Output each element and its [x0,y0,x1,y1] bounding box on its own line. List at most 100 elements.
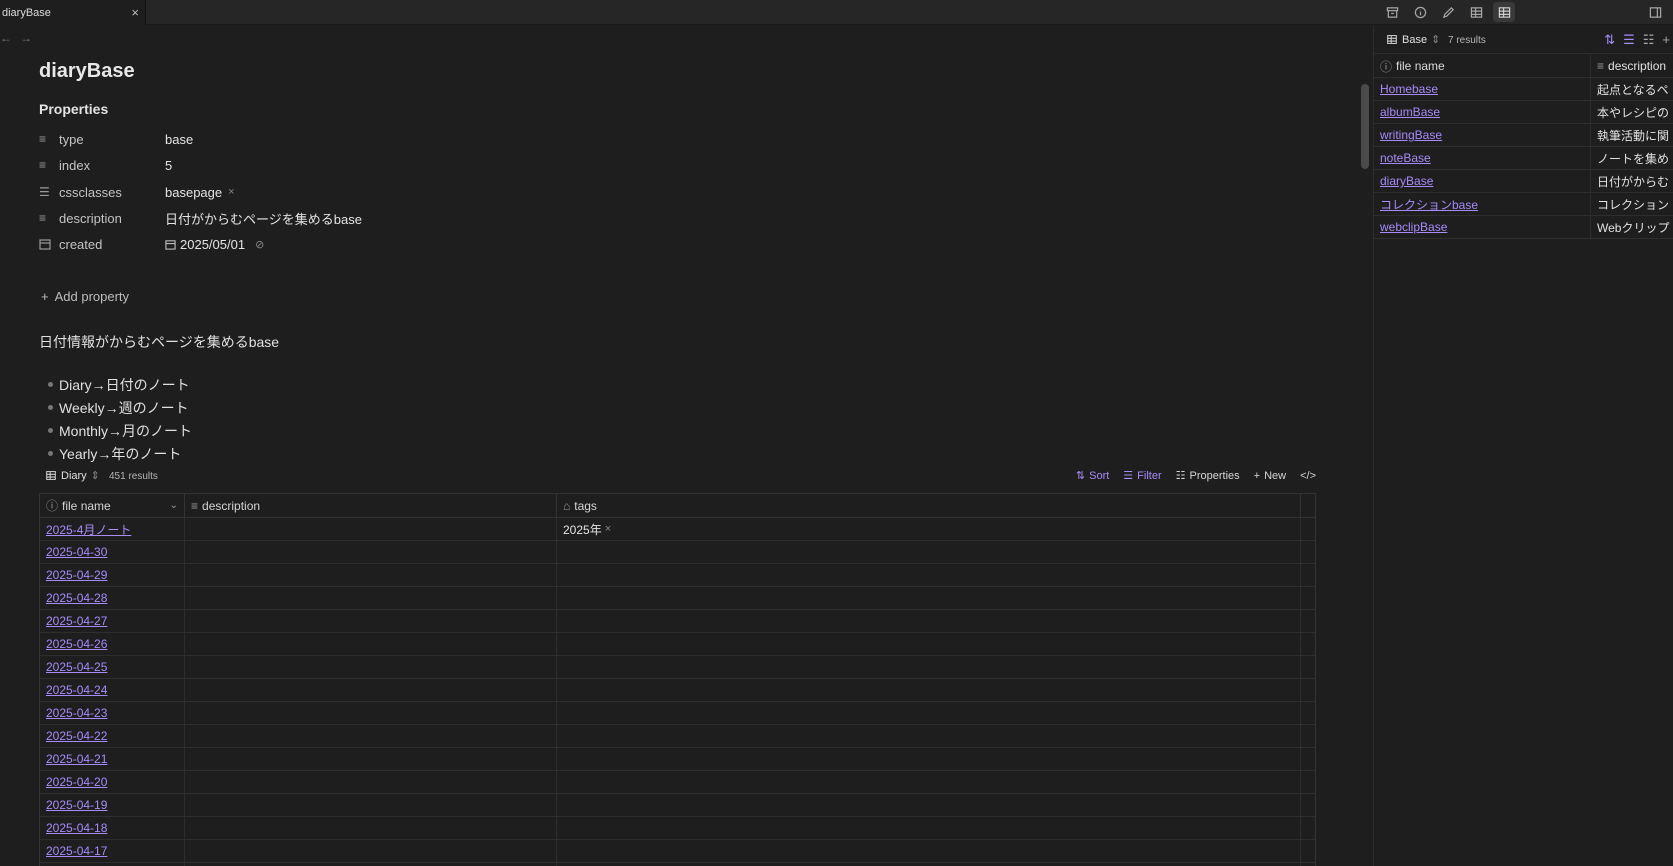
file-link[interactable]: 2025-04-26 [46,637,107,651]
list-icon[interactable]: ☷ [1643,32,1655,48]
table-row[interactable]: 2025-04-18 [40,817,1315,840]
table-row[interactable]: 2025-04-20 [40,771,1315,794]
tags-cell[interactable]: 2025年 × [557,518,1301,540]
file-link[interactable]: 2025-04-30 [46,545,107,559]
side-table-row[interactable]: diaryBase 日付がからむ [1374,170,1673,193]
file-link[interactable]: Homebase [1380,82,1438,96]
file-link[interactable]: webclipBase [1380,220,1447,234]
file-link[interactable]: 2025-04-29 [46,568,107,582]
property-value[interactable]: base [165,132,193,147]
chevron-down-icon[interactable]: ⌄ [170,500,178,511]
property-created[interactable]: created 2025/05/01 ⊘ [39,234,264,254]
description-cell[interactable] [185,656,557,678]
code-icon[interactable]: </> [1300,470,1316,482]
sort-button[interactable]: ⇅ Sort [1076,469,1109,483]
table-row[interactable]: 2025-04-17 [40,840,1315,863]
tags-cell[interactable] [557,633,1301,655]
column-header-file-name[interactable]: ⓘ file name [1374,55,1591,77]
tags-cell[interactable] [557,794,1301,816]
table-row[interactable]: 2025-04-19 [40,794,1315,817]
file-link[interactable]: 2025-04-24 [46,683,107,697]
side-table-row[interactable]: noteBase ノートを集め [1374,147,1673,170]
property-value[interactable]: 2025/05/01 ⊘ [165,237,264,252]
tags-cell[interactable] [557,748,1301,770]
tags-cell[interactable] [557,679,1301,701]
file-link[interactable]: 2025-04-22 [46,729,107,743]
filter-icon[interactable]: ☰ [1623,32,1635,48]
side-table-row[interactable]: webclipBase Webクリップ [1374,216,1673,239]
description-cell[interactable] [185,702,557,724]
column-header-description[interactable]: ≡ description [1591,55,1673,77]
file-link[interactable]: 2025-4月ノート [46,521,131,538]
description-cell[interactable] [185,587,557,609]
file-link[interactable]: diaryBase [1380,174,1433,188]
tags-cell[interactable] [557,541,1301,563]
file-link[interactable]: 2025-04-25 [46,660,107,674]
tags-cell[interactable] [557,587,1301,609]
tags-cell[interactable] [557,610,1301,632]
file-link[interactable]: 2025-04-28 [46,591,107,605]
file-link[interactable]: 2025-04-20 [46,775,107,789]
scrollbar[interactable] [1361,56,1369,862]
description-cell[interactable] [185,725,557,747]
info-icon[interactable] [1409,2,1431,22]
side-table-row[interactable]: albumBase 本やレシピの [1374,101,1673,124]
description-cell[interactable] [185,748,557,770]
tags-cell[interactable] [557,817,1301,839]
description-cell[interactable] [185,564,557,586]
property-value[interactable]: basepage × [165,185,235,200]
file-link[interactable]: 2025-04-23 [46,706,107,720]
description-cell[interactable]: 執筆活動に関 [1591,124,1673,146]
tags-cell[interactable] [557,725,1301,747]
tags-cell[interactable] [557,702,1301,724]
column-header-description[interactable]: ≡ description [185,494,557,517]
new-button[interactable]: + New [1254,470,1286,482]
side-table-row[interactable]: Homebase 起点となるペ [1374,78,1673,101]
link-edit-icon[interactable] [1437,2,1459,22]
description-cell[interactable] [185,817,557,839]
table-row[interactable]: 2025-04-26 [40,633,1315,656]
side-table-row[interactable]: writingBase 執筆活動に関 [1374,124,1673,147]
column-header-tags[interactable]: ⌂ tags [557,494,1301,517]
table-row[interactable]: 2025-04-23 [40,702,1315,725]
description-cell[interactable]: Webクリップ [1591,216,1673,238]
view-selector[interactable]: Diary ⇕ [45,469,100,482]
property-value[interactable]: 日付がからむページを集めるbase [165,209,362,228]
add-property-button[interactable]: + Add property [41,289,129,304]
description-cell[interactable]: 起点となるペ [1591,78,1673,100]
table-row[interactable]: 2025-04-24 [40,679,1315,702]
table-row[interactable]: 2025-04-25 [40,656,1315,679]
file-link[interactable]: noteBase [1380,151,1431,165]
table-row[interactable]: 2025-04-21 [40,748,1315,771]
sidebar-toggle-icon[interactable] [1644,2,1666,22]
description-cell[interactable]: 本やレシピの [1591,101,1673,123]
property-value[interactable]: 5 [165,158,172,173]
table-row[interactable]: 2025-04-28 [40,587,1315,610]
table-row[interactable]: 2025-4月ノート 2025年 × [40,518,1315,541]
table-row[interactable]: 2025-04-22 [40,725,1315,748]
description-cell[interactable] [185,541,557,563]
side-table-row[interactable]: コレクションbase コレクション [1374,193,1673,216]
description-cell[interactable]: コレクション [1591,193,1673,215]
tags-cell[interactable] [557,564,1301,586]
property-cssclasses[interactable]: ☰ cssclasses basepage × [39,182,235,202]
file-link[interactable]: 2025-04-17 [46,844,107,858]
table-active-icon[interactable] [1493,2,1515,22]
description-cell[interactable]: 日付がからむ [1591,170,1673,192]
description-cell[interactable] [185,840,557,862]
table-row[interactable]: 2025-04-30 [40,541,1315,564]
property-description[interactable]: ≡ description 日付がからむページを集めるbase [39,208,362,228]
file-link[interactable]: albumBase [1380,105,1440,119]
description-cell[interactable] [185,518,557,540]
tag-remove-icon[interactable]: × [605,523,611,535]
side-view-selector[interactable]: Base ⇕ [1386,33,1440,46]
tags-cell[interactable] [557,771,1301,793]
property-index[interactable]: ≡ index 5 [39,155,172,175]
link-icon[interactable]: ⊘ [255,238,264,251]
file-link[interactable]: 2025-04-19 [46,798,107,812]
file-link[interactable]: 2025-04-21 [46,752,107,766]
description-cell[interactable] [185,633,557,655]
description-cell[interactable] [185,610,557,632]
sort-icon[interactable]: ⇅ [1604,32,1615,48]
column-header-file-name[interactable]: ⓘ file name ⌄ [40,494,185,517]
